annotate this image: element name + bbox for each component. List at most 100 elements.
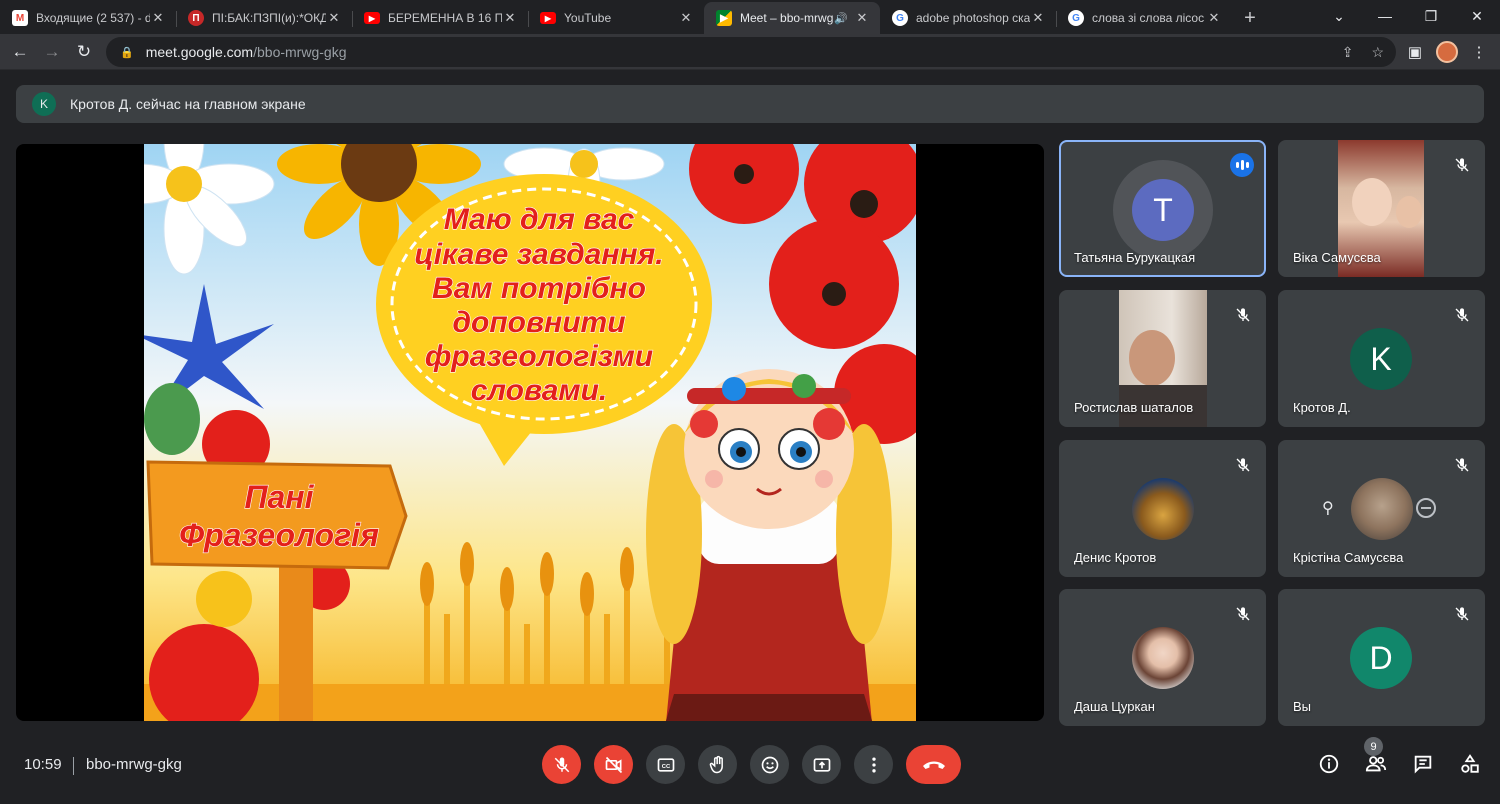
mic-off-icon	[1451, 304, 1473, 326]
avatar: K	[1350, 328, 1412, 390]
bubble-line-6: словами.	[471, 374, 608, 407]
participant-tile[interactable]: Даша Цуркан	[1059, 589, 1266, 726]
profile-avatar[interactable]	[1436, 36, 1458, 68]
participant-photo	[1132, 627, 1194, 689]
pin-icon[interactable]: ⚲	[1322, 498, 1334, 518]
close-tab-icon[interactable]: ✕	[678, 10, 694, 26]
chat-icon	[1414, 755, 1431, 774]
meeting-controls-bar: 10:59 bbo-mrwg-gkg CC 9	[0, 735, 1500, 804]
speaker-icon[interactable]: 🔊	[834, 12, 848, 25]
participant-tile-self[interactable]: D Вы	[1278, 589, 1485, 726]
address-bar[interactable]: 🔒 meet.google.com/bbo-mrwg-gkg ⇪ ☆	[106, 37, 1396, 67]
participant-tile[interactable]: K Кротов Д.	[1278, 290, 1485, 427]
participant-name: Віка Самусєва	[1293, 250, 1381, 265]
participant-name: Вы	[1293, 699, 1312, 714]
minimize-button[interactable]: —	[1362, 0, 1408, 32]
people-icon	[1365, 755, 1386, 771]
tab-title: слова зі слова лісос	[1092, 11, 1205, 25]
chat-button[interactable]	[1410, 751, 1435, 776]
tab-title: YouTube	[564, 11, 612, 25]
participant-tile[interactable]: Ростислав шаталов	[1059, 290, 1266, 427]
back-button[interactable]: ←	[4, 36, 36, 68]
mic-off-icon	[1451, 603, 1473, 625]
avatar: D	[1350, 627, 1412, 689]
remove-icon[interactable]	[1416, 498, 1436, 518]
window-controls: ⌄ — ❐ ✕	[1316, 0, 1500, 32]
captions-icon: CC	[657, 757, 674, 772]
gmail-icon: M	[12, 10, 28, 26]
browser-tab-youtube-video[interactable]: ▶ БЕРЕМЕННА В 16 ПАП ✕	[352, 2, 528, 34]
mic-off-icon	[1232, 304, 1254, 326]
participant-name: Ростислав шаталов	[1074, 400, 1194, 415]
meeting-details-button[interactable]	[1316, 751, 1341, 776]
participant-photo	[1132, 478, 1194, 540]
bookmark-star-icon[interactable]: ☆	[1371, 44, 1384, 61]
reload-button[interactable]: ↻	[68, 36, 100, 68]
forward-button[interactable]: →	[36, 36, 68, 68]
hand-icon	[709, 755, 723, 773]
slide-artwork: Маю для вас цікаве завдання. Вам потрібн…	[144, 144, 916, 721]
browser-tab-meet[interactable]: ▶ Meet – bbo-mrwg 🔊 ✕	[704, 2, 880, 34]
share-icon[interactable]: ⇪	[1342, 44, 1354, 61]
camera-toggle-button[interactable]	[594, 745, 633, 784]
browser-menu-icon[interactable]: ⋮	[1468, 36, 1490, 68]
browser-tab-youtube[interactable]: ▶ YouTube ✕	[528, 2, 704, 34]
browser-tab-google-search-1[interactable]: G adobe photoshop ска ✕	[880, 2, 1056, 34]
browser-tab-university[interactable]: П ПІ:БАК:ПЗПІ(и):*ОКД ✕	[176, 2, 352, 34]
leave-call-button[interactable]	[906, 745, 961, 784]
tab-title: Meet – bbo-mrwg	[740, 11, 834, 25]
close-tab-icon[interactable]: ✕	[150, 10, 166, 26]
presenter-avatar: K	[32, 92, 56, 116]
mic-off-icon	[1451, 454, 1473, 476]
reactions-button[interactable]	[750, 745, 789, 784]
youtube-icon: ▶	[540, 12, 556, 24]
bubble-line-1: Маю для вас	[444, 203, 635, 236]
tab-title: adobe photoshop ска	[916, 11, 1030, 25]
google-icon: G	[1068, 10, 1084, 26]
participant-tile[interactable]: ⚲ Крістіна Самусєва	[1278, 440, 1485, 577]
presentation-slide: Маю для вас цікаве завдання. Вам потрібн…	[144, 144, 916, 721]
present-icon	[813, 757, 830, 772]
tab-title: БЕРЕМЕННА В 16 ПАП	[388, 11, 502, 25]
captions-button[interactable]: CC	[646, 745, 685, 784]
more-vert-icon	[871, 757, 876, 772]
close-window-button[interactable]: ✕	[1454, 0, 1500, 32]
tab-title: ПІ:БАК:ПЗПІ(и):*ОКД	[212, 11, 326, 25]
tab-search-icon[interactable]: ⌄	[1316, 0, 1362, 32]
raise-hand-button[interactable]	[698, 745, 737, 784]
speaking-indicator-icon	[1230, 153, 1254, 177]
more-options-button[interactable]	[854, 745, 893, 784]
participant-tile[interactable]: T Татьяна Бурукацкая	[1059, 140, 1266, 277]
lock-icon[interactable]: 🔒	[120, 46, 134, 59]
browser-tab-gmail[interactable]: M Входящие (2 537) - d ✕	[0, 2, 176, 34]
present-screen-button[interactable]	[802, 745, 841, 784]
participant-name: Денис Кротов	[1074, 550, 1157, 565]
activities-button[interactable]	[1457, 751, 1482, 776]
participant-tile[interactable]: Віка Самусєва	[1278, 140, 1485, 277]
close-tab-icon[interactable]: ✕	[854, 10, 870, 26]
svg-text:CC: CC	[661, 763, 670, 769]
close-tab-icon[interactable]: ✕	[1206, 10, 1222, 26]
close-tab-icon[interactable]: ✕	[1030, 10, 1046, 26]
main-stage: Маю для вас цікаве завдання. Вам потрібн…	[16, 144, 1044, 721]
participant-name: Крістіна Самусєва	[1293, 550, 1404, 565]
site-icon: П	[188, 10, 204, 26]
participant-photo	[1351, 478, 1413, 540]
side-panel-icon[interactable]: ▣	[1404, 36, 1426, 68]
maximize-button[interactable]: ❐	[1408, 0, 1454, 32]
participant-name: Татьяна Бурукацкая	[1074, 250, 1196, 265]
close-tab-icon[interactable]: ✕	[502, 10, 518, 26]
end-call-icon	[922, 761, 945, 769]
close-tab-icon[interactable]: ✕	[326, 10, 342, 26]
browser-toolbar: ← → ↻ 🔒 meet.google.com/bbo-mrwg-gkg ⇪ ☆…	[0, 34, 1500, 70]
browser-tab-google-search-2[interactable]: G слова зі слова лісос ✕	[1056, 2, 1232, 34]
divider	[73, 757, 74, 775]
participant-tile[interactable]: Денис Кротов	[1059, 440, 1266, 577]
microphone-toggle-button[interactable]	[542, 745, 581, 784]
camera-off-icon	[605, 756, 622, 773]
mic-off-icon	[1451, 154, 1473, 176]
people-button[interactable]: 9	[1363, 737, 1388, 776]
new-tab-button[interactable]: +	[1232, 2, 1268, 34]
meeting-time: 10:59	[24, 756, 62, 773]
bubble-line-3: Вам потрібно	[432, 272, 646, 305]
